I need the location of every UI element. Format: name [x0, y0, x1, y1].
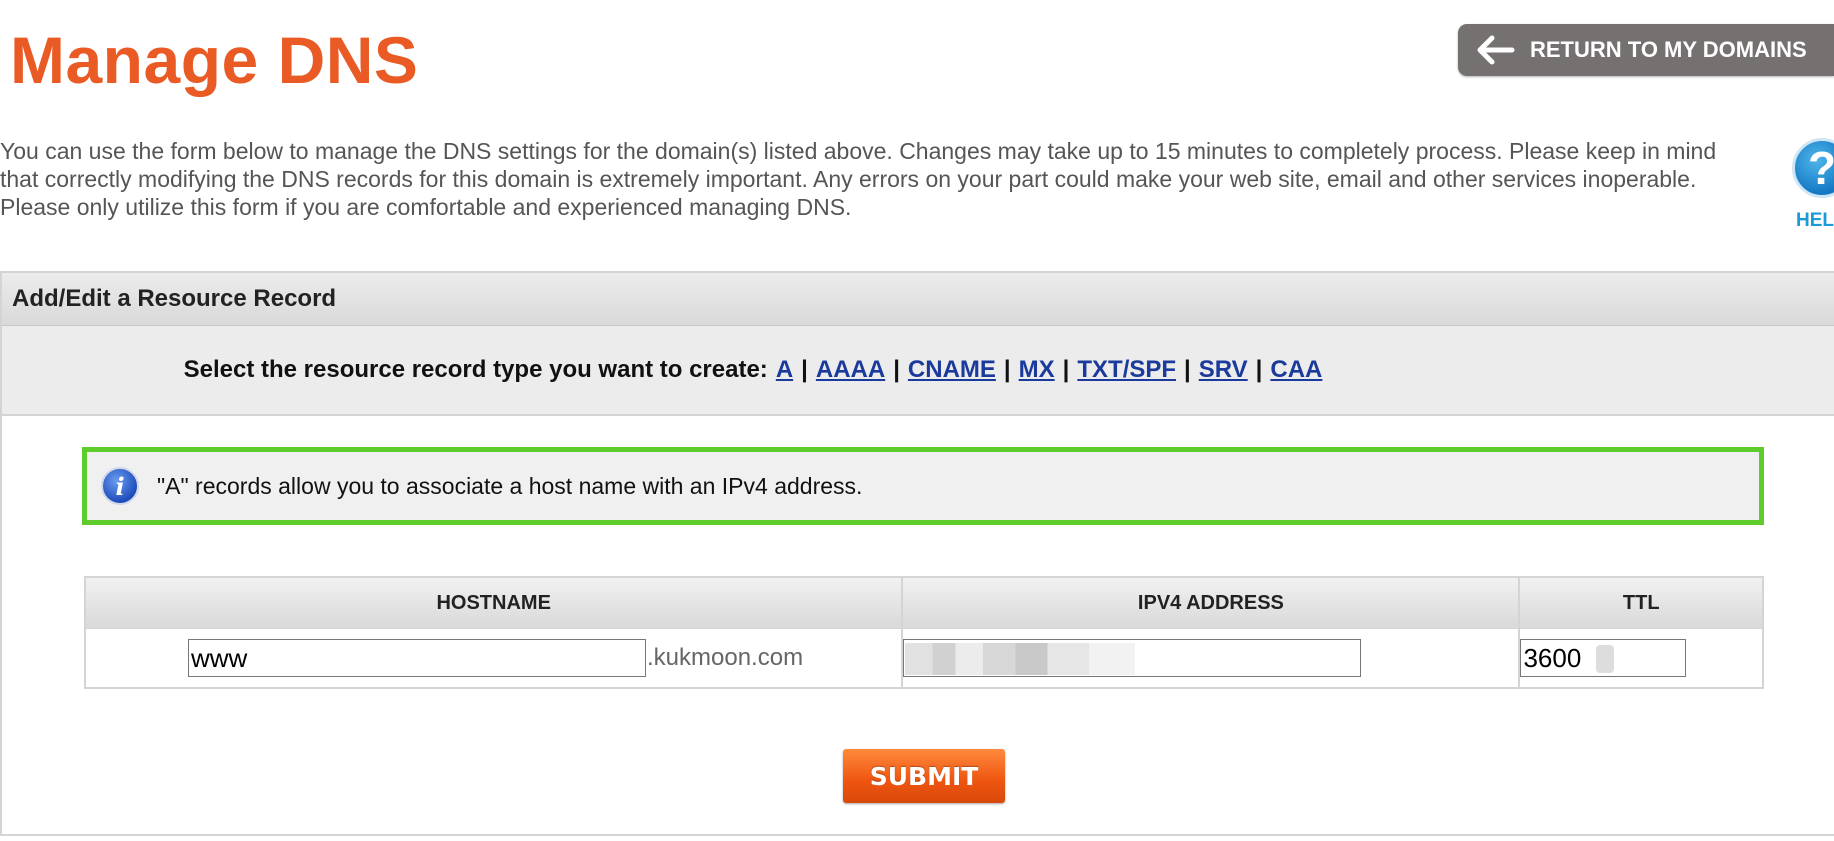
record-type-link-cname[interactable]: CNAME: [908, 356, 996, 384]
info-message-box: i "A" records allow you to associate a h…: [82, 447, 1764, 525]
hostname-cell: .kukmoon.com: [83, 628, 903, 688]
record-type-link-mx[interactable]: MX: [1019, 356, 1055, 384]
resource-record-panel: Add/Edit a Resource Record Select the re…: [0, 271, 1834, 836]
submit-button[interactable]: SUBMIT: [843, 749, 1005, 803]
record-type-link-a[interactable]: A: [776, 356, 793, 384]
record-table: HOSTNAME IPV4 ADDRESS TTL .kukmoon.com: [83, 576, 1764, 689]
column-header-ttl: TTL: [1518, 577, 1763, 629]
arrow-left-icon: [1474, 34, 1516, 66]
record-type-selector: Select the resource record type you want…: [2, 326, 1834, 416]
info-icon: i: [101, 467, 139, 505]
info-message-text: "A" records allow you to associate a hos…: [157, 472, 863, 499]
help-button[interactable]: ? HELP: [1792, 138, 1834, 238]
table-row: .kukmoon.com: [83, 628, 1763, 688]
record-type-link-srv[interactable]: SRV: [1199, 356, 1248, 384]
ttl-input[interactable]: [1520, 639, 1687, 677]
return-button-label: RETURN TO MY DOMAINS: [1530, 37, 1807, 62]
help-label: HELP: [1796, 210, 1834, 231]
return-to-domains-button[interactable]: RETURN TO MY DOMAINS: [1458, 24, 1834, 76]
record-type-link-caa[interactable]: CAA: [1270, 356, 1322, 384]
column-header-ipv4-address: IPV4 ADDRESS: [901, 577, 1520, 629]
record-type-link-aaaa[interactable]: AAAA: [816, 356, 885, 384]
intro-text: You can use the form below to manage the…: [0, 138, 1717, 220]
record-type-link-txt-spf[interactable]: TXT/SPF: [1077, 356, 1176, 384]
page-title: Manage DNS: [10, 23, 419, 97]
column-header-hostname: HOSTNAME: [83, 577, 903, 629]
domain-suffix: .kukmoon.com: [647, 644, 804, 671]
panel-header: Add/Edit a Resource Record: [2, 273, 1834, 326]
help-icon: ?: [1792, 138, 1834, 198]
ttl-cell: [1518, 628, 1763, 688]
ipv4-cell: [901, 628, 1520, 688]
ipv4-address-input[interactable]: [903, 639, 1362, 677]
hostname-input[interactable]: [188, 639, 646, 677]
record-type-prompt: Select the resource record type you want…: [183, 356, 768, 383]
